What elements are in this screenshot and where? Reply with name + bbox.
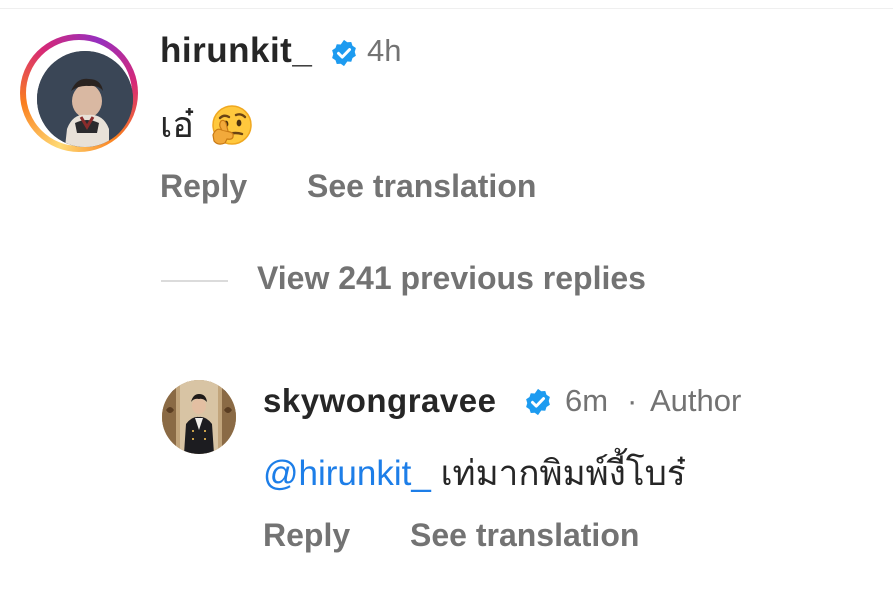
see-translation-button[interactable]: See translation [410,517,639,554]
mention-link[interactable]: @hirunkit_ [263,454,431,493]
comment-username[interactable]: hirunkit_ [160,31,312,71]
avatar[interactable] [37,51,133,147]
comment-timestamp: 4h [367,33,402,68]
avatar-image [37,51,133,147]
comment-text: เอ๋ [160,96,252,153]
story-ring[interactable] [20,34,138,152]
replies-divider-line [161,280,228,282]
author-label: Author [650,383,742,418]
reply-avatar[interactable] [162,380,236,454]
reply-text-content: เท่มากพิมพ์งี้โบร๋ [440,454,686,493]
comment: hirunkit_ 4h เอ๋ Reply See translation [0,0,893,230]
verified-badge-icon [332,39,356,67]
reply-username[interactable]: skywongravee [263,382,496,420]
see-translation-button[interactable]: See translation [307,168,536,205]
reply-timestamp: 6m [565,383,609,418]
reply-button[interactable]: Reply [160,168,247,205]
reply-avatar-image [162,380,236,454]
comment-text-content: เอ๋ [160,104,194,145]
view-previous-replies-button[interactable]: View 241 previous replies [257,260,646,297]
reply-text: @hirunkit_ เท่มากพิมพ์งี้โบร๋ [263,446,686,501]
reply-button[interactable]: Reply [263,517,350,554]
separator-dot: · [627,383,638,418]
verified-badge-icon [526,388,550,416]
thinking-face-emoji-icon [212,104,252,145]
